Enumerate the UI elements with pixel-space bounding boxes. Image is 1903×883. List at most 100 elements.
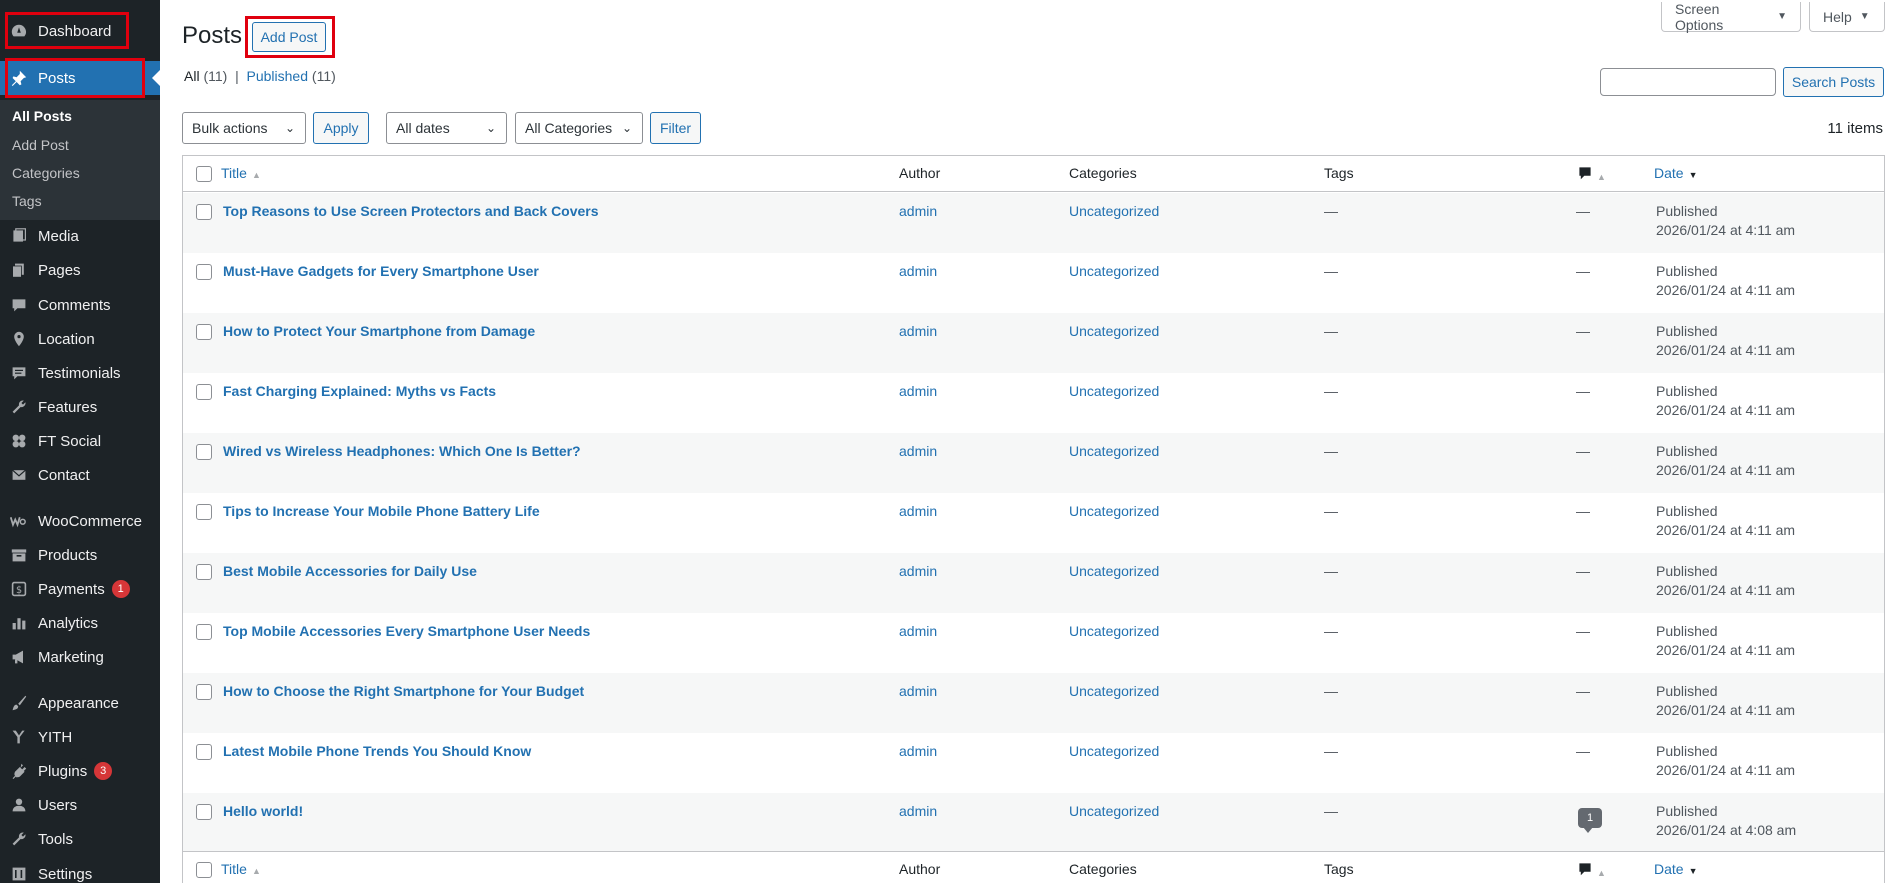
post-title-link[interactable]: How to Protect Your Smartphone from Dama… — [223, 323, 535, 339]
menu-features[interactable]: Features — [0, 390, 160, 424]
menu-woocommerce[interactable]: WooCommerce — [0, 504, 160, 538]
chevron-down-icon: ⌄ — [485, 121, 496, 135]
post-category-link[interactable]: Uncategorized — [1069, 443, 1159, 459]
post-author-link[interactable]: admin — [899, 263, 937, 279]
bulk-actions-select[interactable]: Bulk actions ⌄ — [182, 112, 306, 144]
help-button[interactable]: Help ▼ — [1809, 2, 1885, 32]
posts-table: Title ▲ Author Categories Tags ▲ Date ▼ To… — [182, 155, 1885, 883]
column-title-footer[interactable]: Title ▲ — [221, 861, 261, 877]
row-checkbox[interactable] — [196, 804, 212, 820]
post-category-link[interactable]: Uncategorized — [1069, 623, 1159, 639]
menu-tools[interactable]: Tools — [0, 822, 160, 856]
menu-users[interactable]: Users — [0, 788, 160, 822]
menu-ft-social[interactable]: FT Social — [0, 424, 160, 458]
menu-analytics[interactable]: Analytics — [0, 606, 160, 640]
row-checkbox[interactable] — [196, 324, 212, 340]
row-checkbox[interactable] — [196, 564, 212, 580]
menu-marketing[interactable]: Marketing — [0, 640, 160, 674]
search-input[interactable] — [1600, 68, 1776, 96]
dollar-icon: $ — [9, 579, 29, 599]
select-all-checkbox[interactable] — [196, 166, 212, 182]
post-title-link[interactable]: Best Mobile Accessories for Daily Use — [223, 563, 477, 579]
menu-media[interactable]: Media — [0, 219, 160, 253]
post-author-link[interactable]: admin — [899, 383, 937, 399]
column-categories: Categories — [1069, 165, 1137, 181]
megaphone-icon — [9, 647, 29, 667]
row-checkbox[interactable] — [196, 624, 212, 640]
post-title-link[interactable]: Fast Charging Explained: Myths vs Facts — [223, 383, 496, 399]
view-all[interactable]: All — [184, 68, 200, 84]
menu-yith[interactable]: YITH — [0, 720, 160, 754]
submenu-categories[interactable]: Categories — [12, 165, 80, 181]
post-author-link[interactable]: admin — [899, 323, 937, 339]
submenu-all-posts[interactable]: All Posts — [12, 108, 72, 124]
screen-options-button[interactable]: Screen Options ▼ — [1661, 1, 1801, 33]
post-category-link[interactable]: Uncategorized — [1069, 323, 1159, 339]
view-published[interactable]: Published — [247, 68, 309, 84]
post-title-link[interactable]: Wired vs Wireless Headphones: Which One … — [223, 443, 581, 459]
post-title-link[interactable]: Must-Have Gadgets for Every Smartphone U… — [223, 263, 539, 279]
table-row: Top Mobile Accessories Every Smartphone … — [183, 613, 1884, 673]
column-comments[interactable]: ▲ — [1578, 166, 1606, 183]
categories-select[interactable]: All Categories ⌄ — [515, 112, 643, 144]
post-tags: — — [1324, 203, 1338, 219]
row-checkbox[interactable] — [196, 444, 212, 460]
menu-settings[interactable]: Settings — [0, 857, 160, 883]
post-title-link[interactable]: Latest Mobile Phone Trends You Should Kn… — [223, 743, 531, 759]
post-title-link[interactable]: How to Choose the Right Smartphone for Y… — [223, 683, 584, 699]
post-author-link[interactable]: admin — [899, 443, 937, 459]
submenu-add-post[interactable]: Add Post — [12, 137, 69, 153]
post-title-link[interactable]: Top Reasons to Use Screen Protectors and… — [223, 203, 599, 219]
post-author-link[interactable]: admin — [899, 503, 937, 519]
post-author-link[interactable]: admin — [899, 743, 937, 759]
row-checkbox[interactable] — [196, 204, 212, 220]
filter-button[interactable]: Filter — [650, 112, 701, 144]
view-separator: | — [235, 68, 239, 84]
post-author-link[interactable]: admin — [899, 683, 937, 699]
post-author-link[interactable]: admin — [899, 803, 937, 819]
post-author-link[interactable]: admin — [899, 203, 937, 219]
menu-location[interactable]: Location — [0, 322, 160, 356]
post-author-link[interactable]: admin — [899, 623, 937, 639]
column-comments-footer[interactable]: ▲ — [1578, 862, 1606, 879]
post-category-link[interactable]: Uncategorized — [1069, 503, 1159, 519]
post-category-link[interactable]: Uncategorized — [1069, 263, 1159, 279]
post-category-link[interactable]: Uncategorized — [1069, 203, 1159, 219]
column-date[interactable]: Date ▼ — [1654, 165, 1698, 181]
post-category-link[interactable]: Uncategorized — [1069, 683, 1159, 699]
bar-chart-icon — [9, 613, 29, 633]
column-date-footer[interactable]: Date ▼ — [1654, 861, 1698, 877]
chevron-down-icon: ⌄ — [621, 121, 632, 135]
row-checkbox[interactable] — [196, 384, 212, 400]
menu-plugins[interactable]: Plugins 3 — [0, 754, 160, 788]
apply-button[interactable]: Apply — [313, 112, 369, 144]
comment-count-bubble[interactable]: 1 — [1578, 808, 1602, 833]
post-author-link[interactable]: admin — [899, 563, 937, 579]
menu-contact[interactable]: Contact — [0, 458, 160, 492]
post-category-link[interactable]: Uncategorized — [1069, 803, 1159, 819]
row-checkbox[interactable] — [196, 684, 212, 700]
submenu-tags[interactable]: Tags — [12, 193, 42, 209]
column-title[interactable]: Title ▲ — [221, 165, 261, 181]
row-checkbox[interactable] — [196, 744, 212, 760]
dates-select[interactable]: All dates ⌄ — [386, 112, 507, 144]
select-all-checkbox-footer[interactable] — [196, 862, 212, 878]
menu-testimonials[interactable]: Testimonials — [0, 356, 160, 390]
post-title-link[interactable]: Hello world! — [223, 803, 303, 819]
row-checkbox[interactable] — [196, 504, 212, 520]
row-checkbox[interactable] — [196, 264, 212, 280]
menu-comments[interactable]: Comments — [0, 288, 160, 322]
post-title-link[interactable]: Tips to Increase Your Mobile Phone Batte… — [223, 503, 540, 519]
post-date: 2026/01/24 at 4:11 am — [1656, 222, 1796, 238]
post-category-link[interactable]: Uncategorized — [1069, 563, 1159, 579]
post-title-link[interactable]: Top Mobile Accessories Every Smartphone … — [223, 623, 590, 639]
post-category-link[interactable]: Uncategorized — [1069, 383, 1159, 399]
menu-pages[interactable]: Pages — [0, 253, 160, 287]
settings-icon — [9, 864, 29, 883]
menu-products[interactable]: Products — [0, 538, 160, 572]
view-all-count: (11) — [203, 68, 228, 84]
post-category-link[interactable]: Uncategorized — [1069, 743, 1159, 759]
menu-appearance[interactable]: Appearance — [0, 686, 160, 720]
search-posts-button[interactable]: Search Posts — [1783, 67, 1884, 97]
menu-payments[interactable]: $ Payments 1 — [0, 572, 160, 606]
